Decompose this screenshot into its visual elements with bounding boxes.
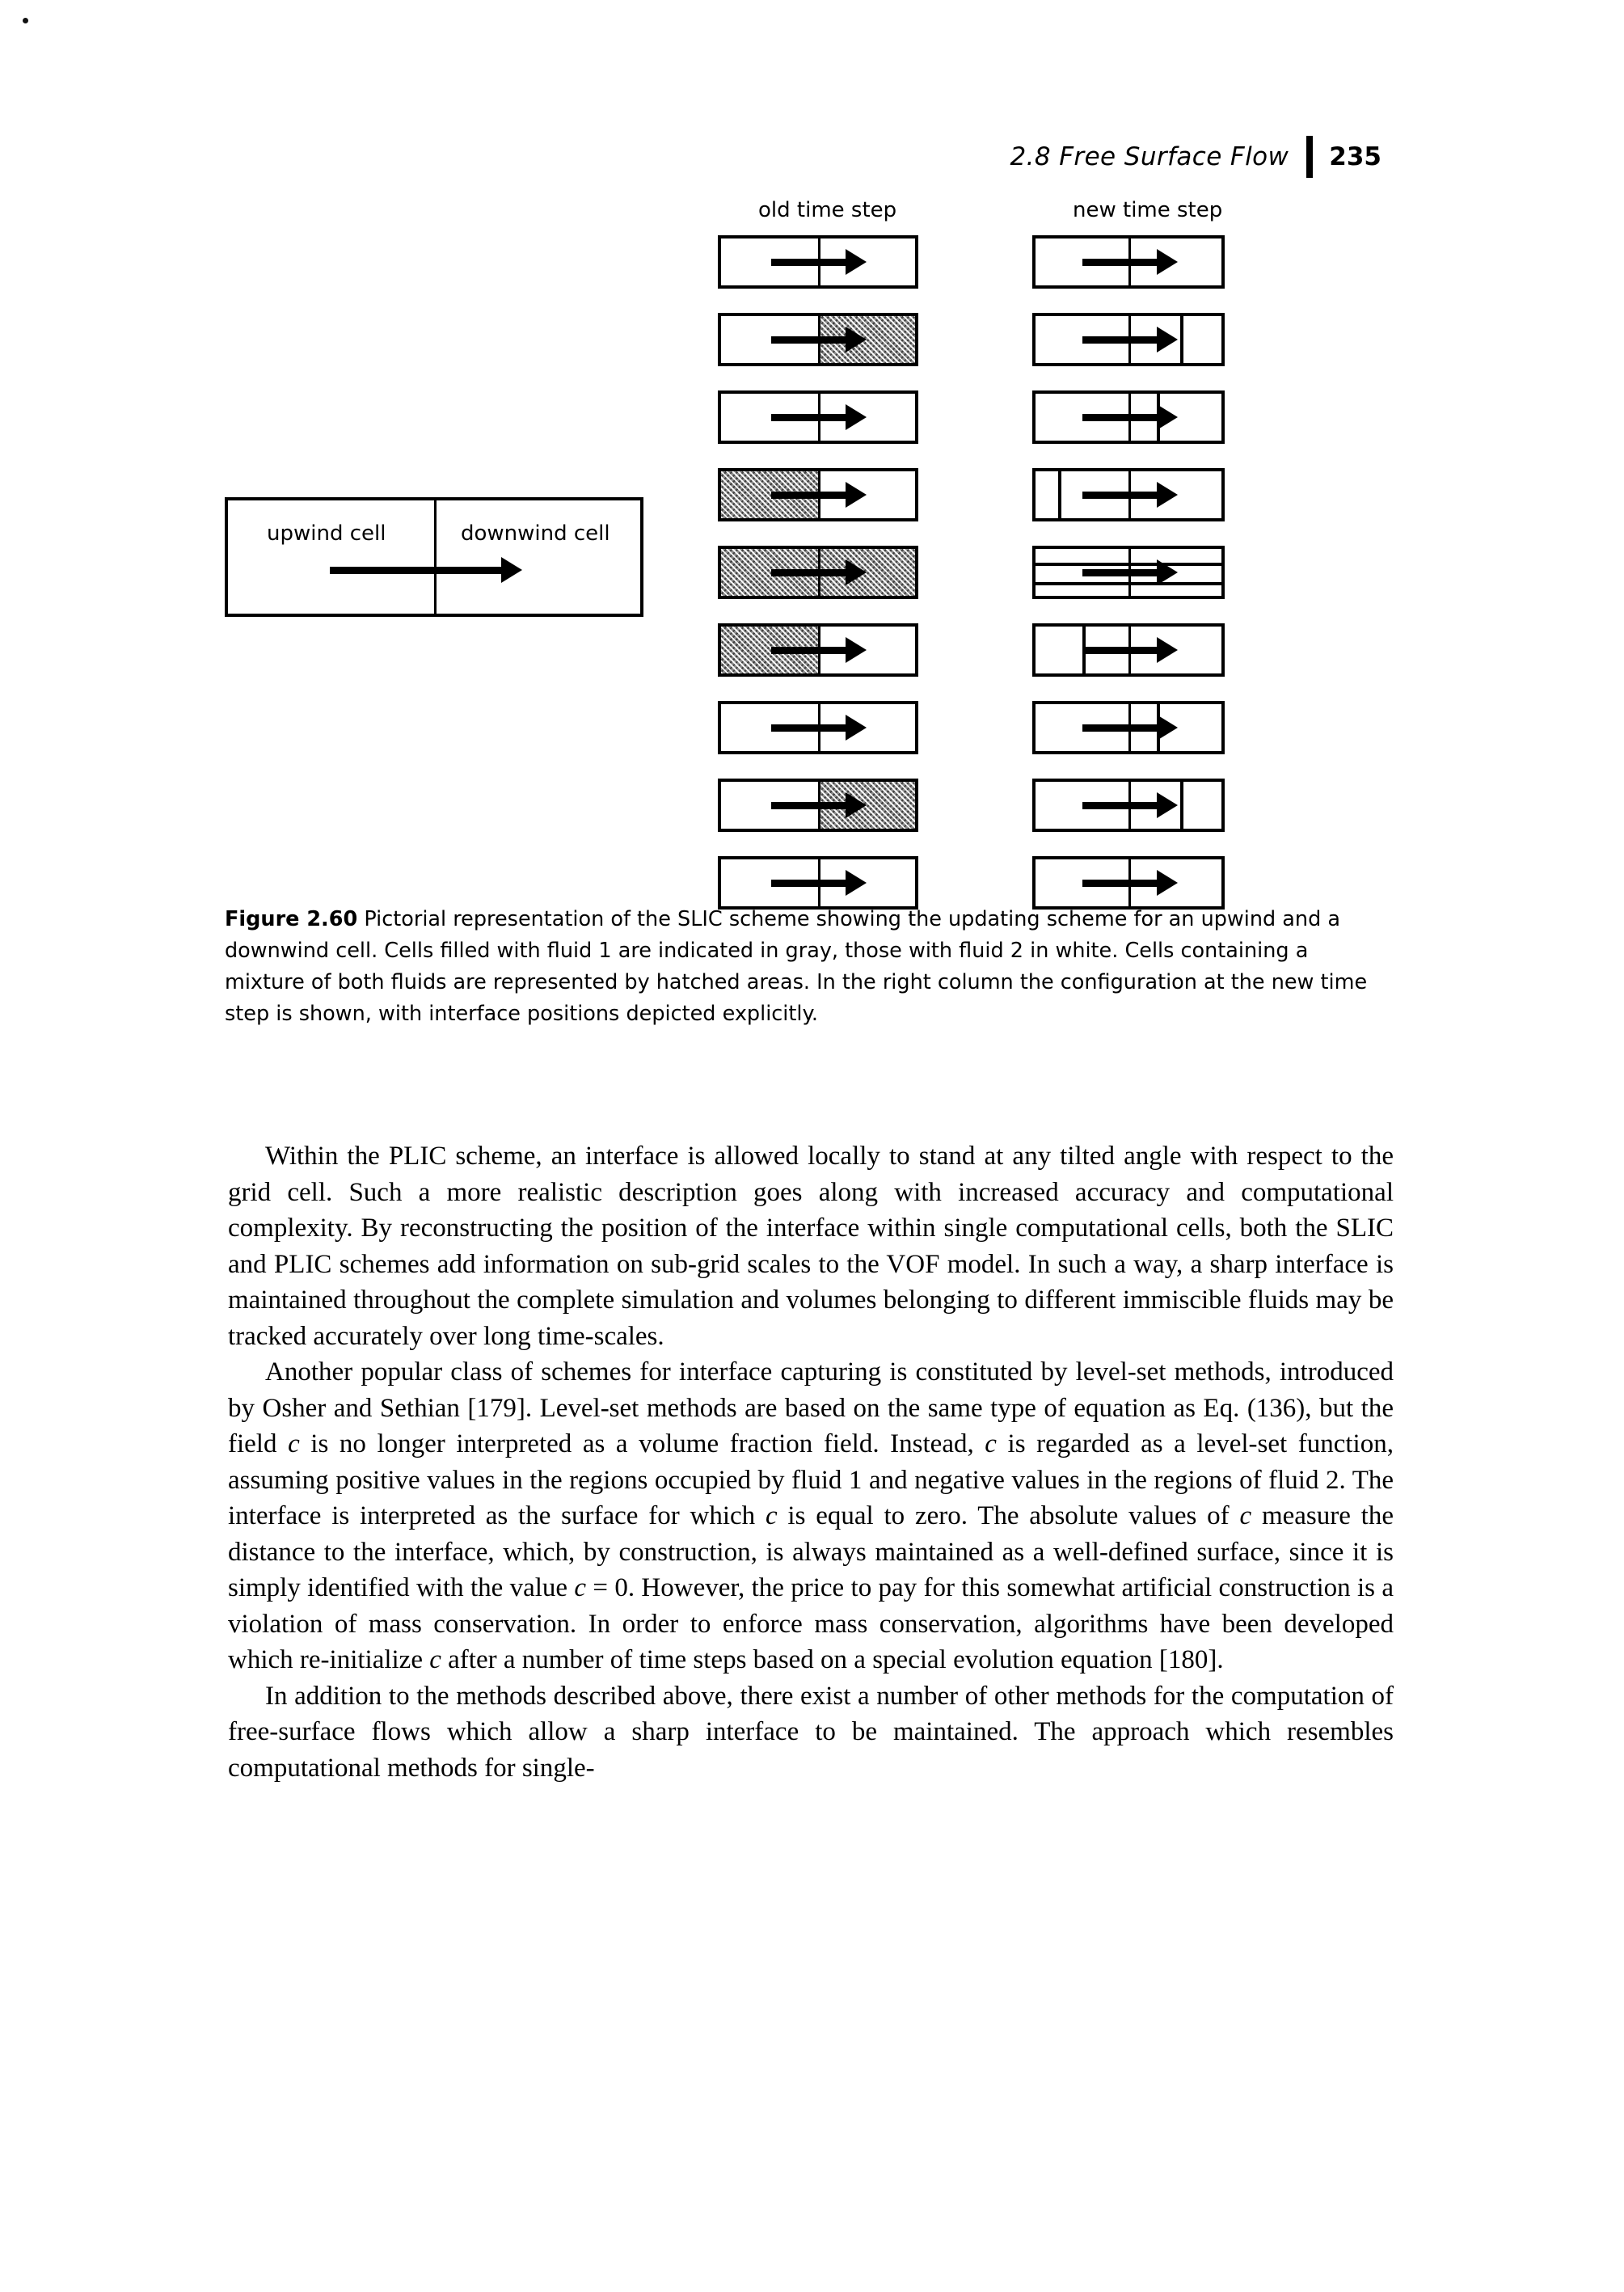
legend-cell-divider — [434, 500, 437, 614]
old-time-step-row — [718, 779, 918, 832]
cell-divider — [1128, 627, 1131, 673]
cell-divider — [818, 316, 820, 363]
new-time-step-row — [1032, 701, 1225, 754]
interface-line — [1057, 471, 1061, 518]
old-time-step-row — [718, 313, 918, 366]
variable-c: c — [985, 1429, 997, 1458]
cell-divider — [818, 394, 820, 441]
cell-pair-old — [718, 856, 918, 910]
cell-divider — [818, 704, 820, 751]
running-head: 2.8 Free Surface Flow 235 — [1010, 136, 1381, 178]
cell-pair-new — [1032, 779, 1225, 832]
interface-line — [1180, 316, 1184, 363]
variable-c: c — [288, 1429, 300, 1458]
cell-pair-old — [718, 779, 918, 832]
cell-divider — [818, 627, 820, 673]
cell-pair-old — [718, 623, 918, 677]
paragraph-1: Within the PLIC scheme, an interface is … — [228, 1142, 1394, 1351]
cell-pair-new — [1032, 856, 1225, 910]
new-time-step-row — [1032, 623, 1225, 677]
page-speck — [23, 18, 28, 23]
cell-divider — [1128, 704, 1131, 751]
new-time-step-row — [1032, 546, 1225, 599]
interface-line — [1156, 394, 1160, 441]
cell-pair-new — [1032, 468, 1225, 521]
cell-pair-new — [1032, 546, 1225, 599]
cell-pair-old — [718, 235, 918, 289]
cell-pair-new — [1032, 701, 1225, 754]
body-text: Within the PLIC scheme, an interface is … — [228, 1138, 1394, 1786]
cell-pair-old — [718, 313, 918, 366]
new-time-step-row — [1032, 779, 1225, 832]
page-number: 235 — [1329, 142, 1381, 171]
old-time-step-row — [718, 468, 918, 521]
cell-divider — [818, 782, 820, 829]
legend-label-upwind: upwind cell — [267, 521, 386, 546]
upwind-cell-hatched-fill — [721, 627, 818, 673]
paragraph-2: Another popular class of schemes for int… — [228, 1354, 1394, 1678]
variable-c: c — [1239, 1501, 1252, 1530]
column-heading-new-time-step: new time step — [1073, 198, 1223, 222]
new-time-step-row — [1032, 856, 1225, 910]
cell-divider — [818, 859, 820, 906]
old-time-step-row — [718, 856, 918, 910]
cell-divider — [1128, 316, 1131, 363]
cell-pair-old — [718, 546, 918, 599]
cell-divider — [1128, 471, 1131, 518]
new-time-step-row — [1032, 390, 1225, 444]
figure-caption-label: Figure 2.60 — [225, 907, 358, 931]
old-time-step-row — [718, 546, 918, 599]
p2-seg-2: is no longer interpreted as a volume fra… — [299, 1429, 985, 1458]
running-head-section: 2.8 Free Surface Flow — [1010, 142, 1289, 171]
cell-divider — [1128, 394, 1131, 441]
cell-pair-new — [1032, 235, 1225, 289]
cell-divider — [1128, 238, 1131, 285]
interface-line — [1180, 782, 1184, 829]
cell-pair-old — [718, 468, 918, 521]
cell-pair-new — [1032, 623, 1225, 677]
old-time-step-row — [718, 701, 918, 754]
p2-seg-4: is equal to zero. The absolute values of — [777, 1501, 1240, 1530]
upwind-cell-hatched-fill — [721, 549, 818, 596]
figure-caption-text: Pictorial representation of the SLIC sch… — [225, 907, 1368, 1026]
legend-flow-arrow — [330, 556, 534, 584]
paragraph-3: In addition to the methods described abo… — [228, 1681, 1394, 1783]
interface-line-horizontal — [1036, 563, 1221, 567]
old-time-step-row — [718, 623, 918, 677]
variable-c: c — [574, 1573, 587, 1602]
cell-divider — [818, 471, 820, 518]
cell-pair-old — [718, 701, 918, 754]
running-head-rule — [1306, 136, 1314, 178]
cell-pair-new — [1032, 390, 1225, 444]
p2-seg-7: after a number of time steps based on a … — [441, 1645, 1224, 1674]
variable-c: c — [765, 1501, 778, 1530]
figure-caption: Figure 2.60 Pictorial representation of … — [225, 904, 1381, 1030]
old-time-step-row — [718, 390, 918, 444]
new-time-step-row — [1032, 468, 1225, 521]
variable-c: c — [429, 1645, 441, 1674]
interface-line — [1156, 704, 1160, 751]
new-time-step-row — [1032, 235, 1225, 289]
cell-divider — [1128, 549, 1131, 596]
old-time-step-row — [718, 235, 918, 289]
column-heading-old-time-step: old time step — [758, 198, 897, 222]
cell-divider — [818, 549, 820, 596]
legend-label-downwind: downwind cell — [461, 521, 610, 546]
cell-pair-old — [718, 390, 918, 444]
cell-divider — [818, 238, 820, 285]
downwind-cell-hatched-fill — [818, 782, 915, 829]
cell-divider — [1128, 859, 1131, 906]
cell-pair-new — [1032, 313, 1225, 366]
upwind-cell-hatched-fill — [721, 471, 818, 518]
interface-line-horizontal — [1036, 581, 1221, 585]
interface-line — [1082, 627, 1086, 673]
legend-box: upwind cell downwind cell — [225, 497, 643, 617]
cell-divider — [1128, 782, 1131, 829]
downwind-cell-hatched-fill — [818, 316, 915, 363]
downwind-cell-hatched-fill — [818, 549, 915, 596]
new-time-step-row — [1032, 313, 1225, 366]
